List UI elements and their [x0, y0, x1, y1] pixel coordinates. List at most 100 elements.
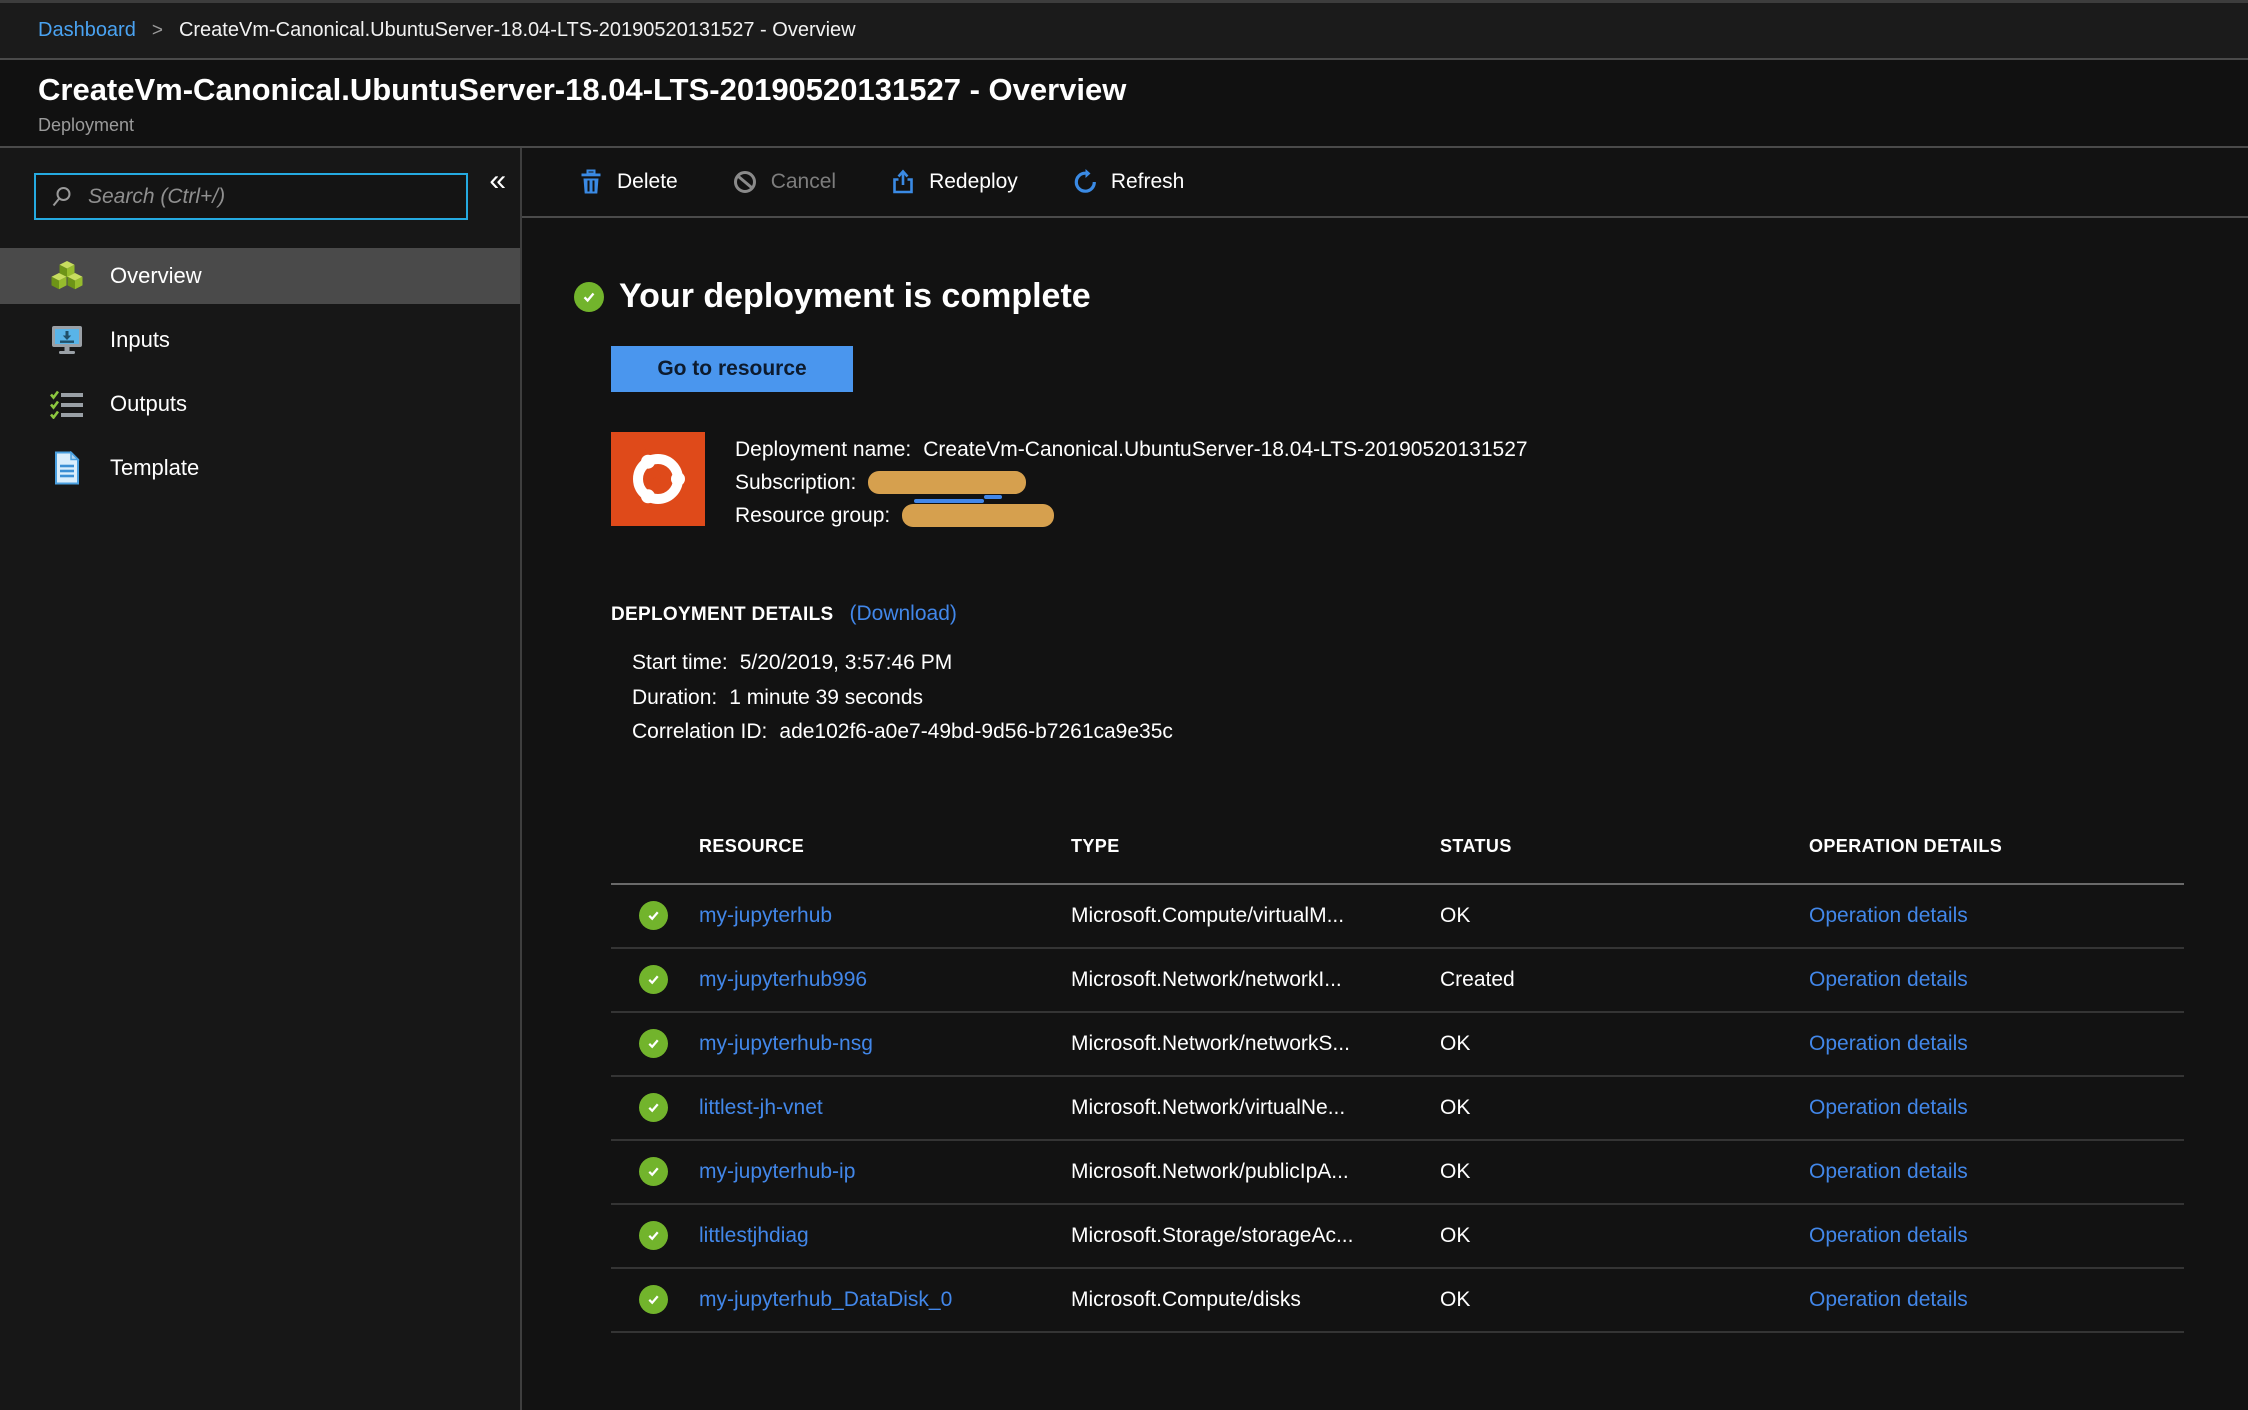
cancel-button-label: Cancel: [771, 170, 836, 194]
status-check-icon: [639, 1093, 668, 1122]
operation-details-link[interactable]: Operation details: [1809, 968, 2184, 992]
resource-status: OK: [1440, 1096, 1809, 1120]
sidebar-collapse-button[interactable]: «: [489, 166, 506, 196]
resource-type: Microsoft.Network/networkS...: [1071, 1032, 1440, 1056]
status-check-icon: [639, 1029, 668, 1058]
resource-link[interactable]: my-jupyterhub: [699, 904, 1071, 928]
status-check-icon: [639, 1221, 668, 1250]
correlation-id-value: ade102f6-a0e7-49bd-9d56-b7261ca9e35c: [779, 720, 1173, 743]
resource-link[interactable]: my-jupyterhub_DataDisk_0: [699, 1288, 1071, 1312]
redeploy-button-label: Redeploy: [929, 170, 1018, 194]
go-to-resource-button[interactable]: Go to resource: [611, 346, 853, 392]
document-icon: [48, 451, 86, 485]
table-row: littlestjhdiag Microsoft.Storage/storage…: [611, 1205, 2184, 1269]
resource-type: Microsoft.Compute/virtualM...: [1071, 904, 1440, 928]
resource-status: OK: [1440, 1032, 1809, 1056]
operation-details-link[interactable]: Operation details: [1809, 904, 2184, 928]
resource-type: Microsoft.Network/publicIpA...: [1071, 1160, 1440, 1184]
subscription-redacted-value: [868, 471, 1026, 494]
sidebar-item-label: Outputs: [110, 391, 187, 417]
sidebar-item-template[interactable]: Template: [0, 440, 520, 496]
duration-label: Duration:: [632, 686, 717, 709]
cancel-button[interactable]: Cancel: [732, 169, 836, 195]
refresh-button[interactable]: Refresh: [1072, 169, 1185, 195]
operation-details-link[interactable]: Operation details: [1809, 1032, 2184, 1056]
resource-type: Microsoft.Compute/disks: [1071, 1288, 1440, 1312]
resource-group-label: Resource group:: [735, 504, 890, 527]
column-header-operation-details: OPERATION DETAILS: [1809, 836, 2184, 857]
sidebar-item-inputs[interactable]: Inputs: [0, 312, 520, 368]
delete-button[interactable]: Delete: [578, 169, 678, 195]
breadcrumb-current-page: CreateVm-Canonical.UbuntuServer-18.04-LT…: [179, 19, 856, 42]
subscription-label: Subscription:: [735, 471, 856, 494]
resource-link[interactable]: my-jupyterhub-nsg: [699, 1032, 1071, 1056]
sidebar-item-overview[interactable]: Overview: [0, 248, 520, 304]
toolbar: Delete Cancel: [522, 148, 2248, 218]
resource-status: OK: [1440, 904, 1809, 928]
sidebar-item-label: Overview: [110, 263, 202, 289]
deployment-info-block: Deployment name:CreateVm-Canonical.Ubunt…: [611, 432, 2248, 532]
resource-status: OK: [1440, 1224, 1809, 1248]
search-icon: [50, 185, 74, 209]
deployment-details-header-row: DEPLOYMENT DETAILS (Download): [611, 602, 2248, 626]
resource-group-redacted-value: [902, 504, 1054, 527]
resource-type: Microsoft.Storage/storageAc...: [1071, 1224, 1440, 1248]
trash-icon: [578, 169, 604, 195]
ubuntu-logo: [611, 432, 705, 526]
sidebar-item-label: Inputs: [110, 327, 170, 353]
checklist-icon: [48, 389, 86, 419]
operation-details-link[interactable]: Operation details: [1809, 1096, 2184, 1120]
start-time-label: Start time:: [632, 651, 728, 674]
resource-link[interactable]: littlestjhdiag: [699, 1224, 1071, 1248]
table-header-row: RESOURCE TYPE STATUS OPERATION DETAILS: [611, 820, 2184, 885]
table-row: my-jupyterhub996 Microsoft.Network/netwo…: [611, 949, 2184, 1013]
breadcrumb: Dashboard > CreateVm-Canonical.UbuntuSer…: [0, 0, 2248, 60]
resource-link[interactable]: my-jupyterhub-ip: [699, 1160, 1071, 1184]
duration-value: 1 minute 39 seconds: [729, 686, 923, 709]
refresh-icon: [1072, 169, 1098, 195]
resource-type: Microsoft.Network/networkI...: [1071, 968, 1440, 992]
deployment-status-heading: Your deployment is complete: [619, 277, 1091, 316]
deployment-resources-table: RESOURCE TYPE STATUS OPERATION DETAILS m…: [611, 820, 2184, 1333]
sidebar-item-label: Template: [110, 455, 199, 481]
resource-status: OK: [1440, 1160, 1809, 1184]
resource-status: OK: [1440, 1288, 1809, 1312]
breadcrumb-dashboard-link[interactable]: Dashboard: [38, 19, 136, 42]
page-title: CreateVm-Canonical.UbuntuServer-18.04-LT…: [38, 72, 2248, 108]
status-check-icon: [639, 965, 668, 994]
resource-type: Microsoft.Network/virtualNe...: [1071, 1096, 1440, 1120]
body-row: «: [0, 148, 2248, 1410]
resource-link[interactable]: littlest-jh-vnet: [699, 1096, 1071, 1120]
table-row: my-jupyterhub Microsoft.Compute/virtualM…: [611, 885, 2184, 949]
status-check-icon: [639, 1285, 668, 1314]
deployment-details-lines: Start time:5/20/2019, 3:57:46 PM Duratio…: [632, 646, 2248, 750]
resource-group-line: Resource group:: [735, 499, 1528, 532]
duration-line: Duration: 1 minute 39 seconds: [632, 681, 2248, 716]
redeploy-icon: [890, 169, 916, 195]
search-box[interactable]: [34, 173, 468, 220]
table-row: littlest-jh-vnet Microsoft.Network/virtu…: [611, 1077, 2184, 1141]
page-header: CreateVm-Canonical.UbuntuServer-18.04-LT…: [0, 60, 2248, 148]
deployment-details-heading: DEPLOYMENT DETAILS: [611, 604, 834, 626]
breadcrumb-chevron-icon: >: [152, 20, 163, 42]
download-link[interactable]: (Download): [850, 602, 957, 626]
azure-portal-screen: Dashboard > CreateVm-Canonical.UbuntuSer…: [0, 0, 2248, 1410]
delete-button-label: Delete: [617, 170, 678, 194]
resource-link[interactable]: my-jupyterhub996: [699, 968, 1071, 992]
redeploy-button[interactable]: Redeploy: [890, 169, 1018, 195]
operation-details-link[interactable]: Operation details: [1809, 1288, 2184, 1312]
sidebar-item-outputs[interactable]: Outputs: [0, 376, 520, 432]
page-subtitle: Deployment: [38, 115, 2248, 136]
operation-details-link[interactable]: Operation details: [1809, 1160, 2184, 1184]
main-content: Delete Cancel: [522, 148, 2248, 1410]
correlation-id-label: Correlation ID:: [632, 720, 767, 743]
monitor-download-icon: [48, 324, 86, 356]
operation-details-link[interactable]: Operation details: [1809, 1224, 2184, 1248]
subscription-line: Subscription:: [735, 466, 1528, 499]
cubes-icon: [48, 259, 86, 293]
search-input[interactable]: [88, 185, 466, 209]
column-header-type: TYPE: [1071, 836, 1440, 857]
success-check-icon: [574, 282, 604, 312]
correlation-id-line: Correlation ID: ade102f6-a0e7-49bd-9d56-b…: [632, 715, 2248, 750]
cancel-icon: [732, 169, 758, 195]
